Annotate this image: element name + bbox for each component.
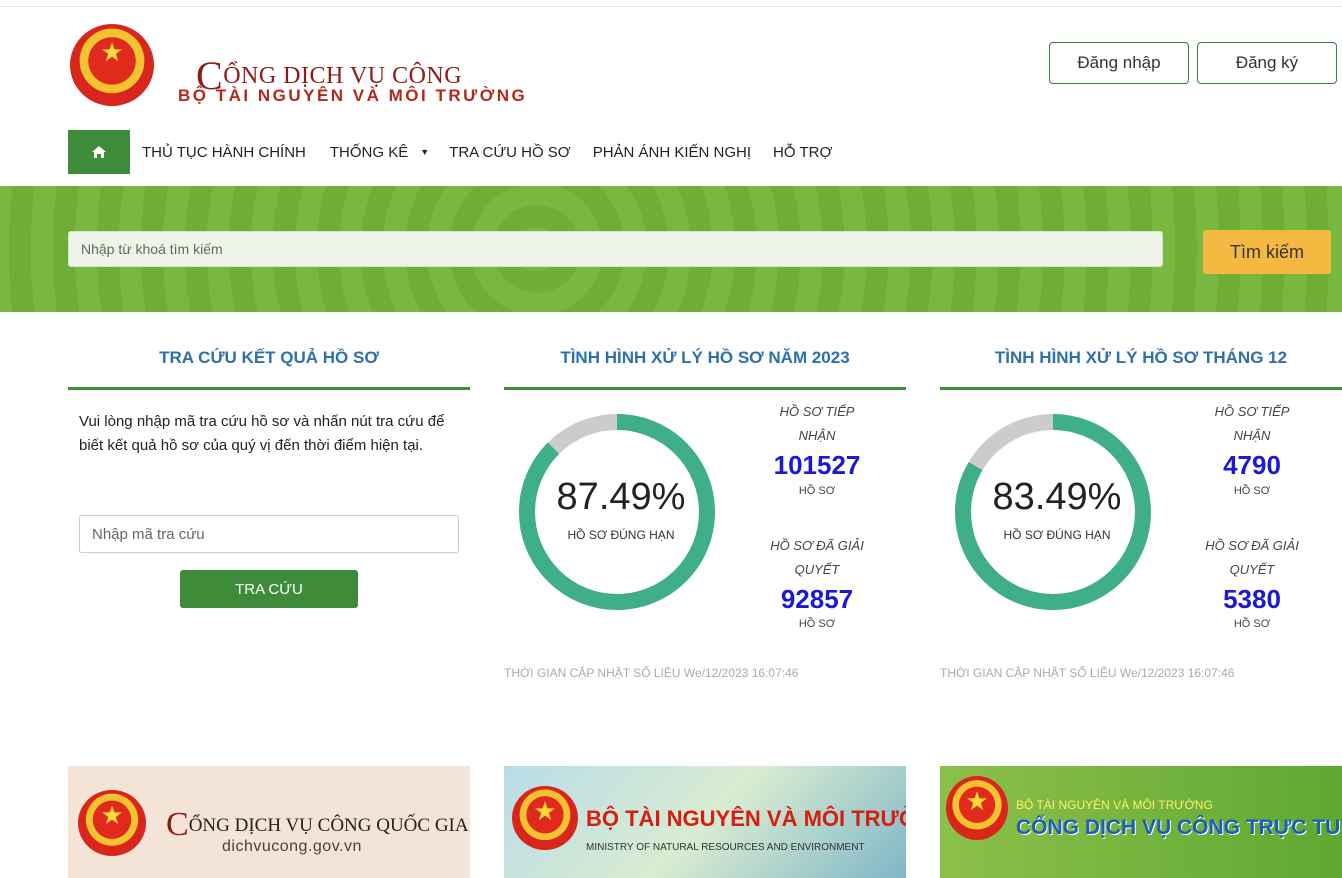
online-services-card[interactable]: BỘ TÀI NGUYÊN VÀ MÔI TRƯỜNG CỔNG DỊCH VỤ… bbox=[940, 766, 1342, 878]
portal-logo-subtitle: BỘ TÀI NGUYÊN VÀ MÔI TRƯỜNG bbox=[178, 86, 528, 105]
lookup-description: Vui lòng nhập mã tra cứu hồ sơ và nhấn n… bbox=[79, 413, 445, 454]
national-portal-title: CỔNG DỊCH VỤ CÔNG QUỐC GIA bbox=[166, 806, 469, 843]
year-stats-underline bbox=[504, 387, 906, 390]
nav-item-dossier-lookup[interactable]: TRA CỨU HỒ SƠ bbox=[449, 144, 571, 161]
register-button[interactable]: Đăng ký bbox=[1197, 42, 1337, 84]
month-stats-underline bbox=[940, 387, 1342, 390]
home-icon bbox=[92, 146, 106, 158]
ministry-card-subtitle: MINISTRY OF NATURAL RESOURCES AND ENVIRO… bbox=[586, 842, 865, 853]
month-ontime-percent: 83.49% bbox=[992, 476, 1122, 518]
online-services-card-ministry: BỘ TÀI NGUYÊN VÀ MÔI TRƯỜNG bbox=[1016, 798, 1213, 812]
lookup-section-underline bbox=[68, 387, 470, 390]
month-updated-time: THỜI GIAN CẬP NHẬT SỐ LIỆU We/12/2023 16… bbox=[940, 666, 1235, 680]
login-button[interactable]: Đăng nhập bbox=[1049, 42, 1189, 84]
national-portal-card[interactable]: CỔNG DỊCH VỤ CÔNG QUỐC GIA dichvucong.go… bbox=[68, 766, 470, 878]
year-resolved-unit: HỒ SƠ bbox=[798, 618, 836, 630]
search-button[interactable]: Tìm kiếm bbox=[1203, 230, 1331, 274]
keyword-search-input[interactable]: Nhập từ khoá tìm kiếm bbox=[68, 231, 1163, 267]
year-received-value: 101527 bbox=[773, 450, 861, 480]
national-emblem-icon bbox=[78, 790, 146, 856]
year-received-unit: HỒ SƠ bbox=[798, 485, 836, 497]
national-emblem-icon bbox=[512, 786, 578, 850]
chevron-down-icon: ▼ bbox=[420, 147, 430, 157]
online-services-card-title: CỔNG DỊCH VỤ CÔNG TRỰC TUYẾN bbox=[1016, 816, 1342, 839]
nav-item-support[interactable]: HỖ TRỢ bbox=[773, 144, 832, 161]
year-stats-title: TÌNH HÌNH XỬ LÝ HỒ SƠ NĂM 2023 bbox=[560, 348, 850, 367]
month-resolved-value: 5380 bbox=[1223, 584, 1281, 614]
main-nav: THỦ TỤC HÀNH CHÍNH THỐNG KÊ ▼ TRA CỨU HỒ … bbox=[68, 130, 832, 174]
national-emblem-icon bbox=[946, 776, 1008, 840]
month-ontime-label: HỒ SƠ ĐÚNG HẠN bbox=[1003, 528, 1111, 542]
national-emblem-icon[interactable] bbox=[70, 24, 154, 106]
nav-item-administrative-procedures[interactable]: THỦ TỤC HÀNH CHÍNH bbox=[142, 144, 306, 161]
month-received-label: HỒ SƠ TIẾP NHẬN bbox=[1214, 404, 1290, 443]
lookup-section-title: TRA CỨU KẾT QUẢ HỒ SƠ bbox=[159, 348, 379, 367]
year-ontime-label: HỒ SƠ ĐÚNG HẠN bbox=[567, 528, 675, 542]
ministry-card[interactable]: BỘ TÀI NGUYÊN VÀ MÔI TRƯỜNG MINISTRY OF … bbox=[504, 766, 906, 878]
month-received-unit: HỒ SƠ bbox=[1233, 485, 1271, 497]
month-stats-title: TÌNH HÌNH XỬ LÝ HỒ SƠ THÁNG 12 bbox=[994, 348, 1288, 367]
month-resolved-label: HỒ SƠ ĐÃ GIẢI QUYẾT bbox=[1205, 538, 1299, 577]
year-resolved-label: HỒ SƠ ĐÃ GIẢI QUYẾT bbox=[770, 538, 864, 577]
year-received-label: HỒ SƠ TIẾP NHẬN bbox=[779, 404, 855, 443]
year-resolved-value: 92857 bbox=[780, 584, 854, 614]
nav-item-statistics[interactable]: THỐNG KÊ ▼ bbox=[330, 144, 429, 161]
lookup-code-input[interactable]: Nhập mã tra cứu bbox=[79, 515, 459, 553]
month-resolved-unit: HỒ SƠ bbox=[1233, 618, 1271, 630]
month-received-value: 4790 bbox=[1223, 450, 1281, 480]
home-button[interactable] bbox=[68, 130, 130, 174]
nav-item-feedback[interactable]: PHẢN ÁNH KIẾN NGHỊ bbox=[593, 144, 751, 161]
top-divider bbox=[0, 6, 1342, 7]
year-ontime-percent: 87.49% bbox=[556, 476, 686, 518]
national-portal-url: dichvucong.gov.vn bbox=[222, 838, 362, 855]
year-updated-time: THỜI GIAN CẬP NHẬT SỐ LIỆU We/12/2023 16… bbox=[504, 666, 799, 680]
lookup-button[interactable]: TRA CỨU bbox=[180, 570, 358, 608]
ministry-card-title: BỘ TÀI NGUYÊN VÀ MÔI TRƯỜNG bbox=[586, 806, 906, 831]
